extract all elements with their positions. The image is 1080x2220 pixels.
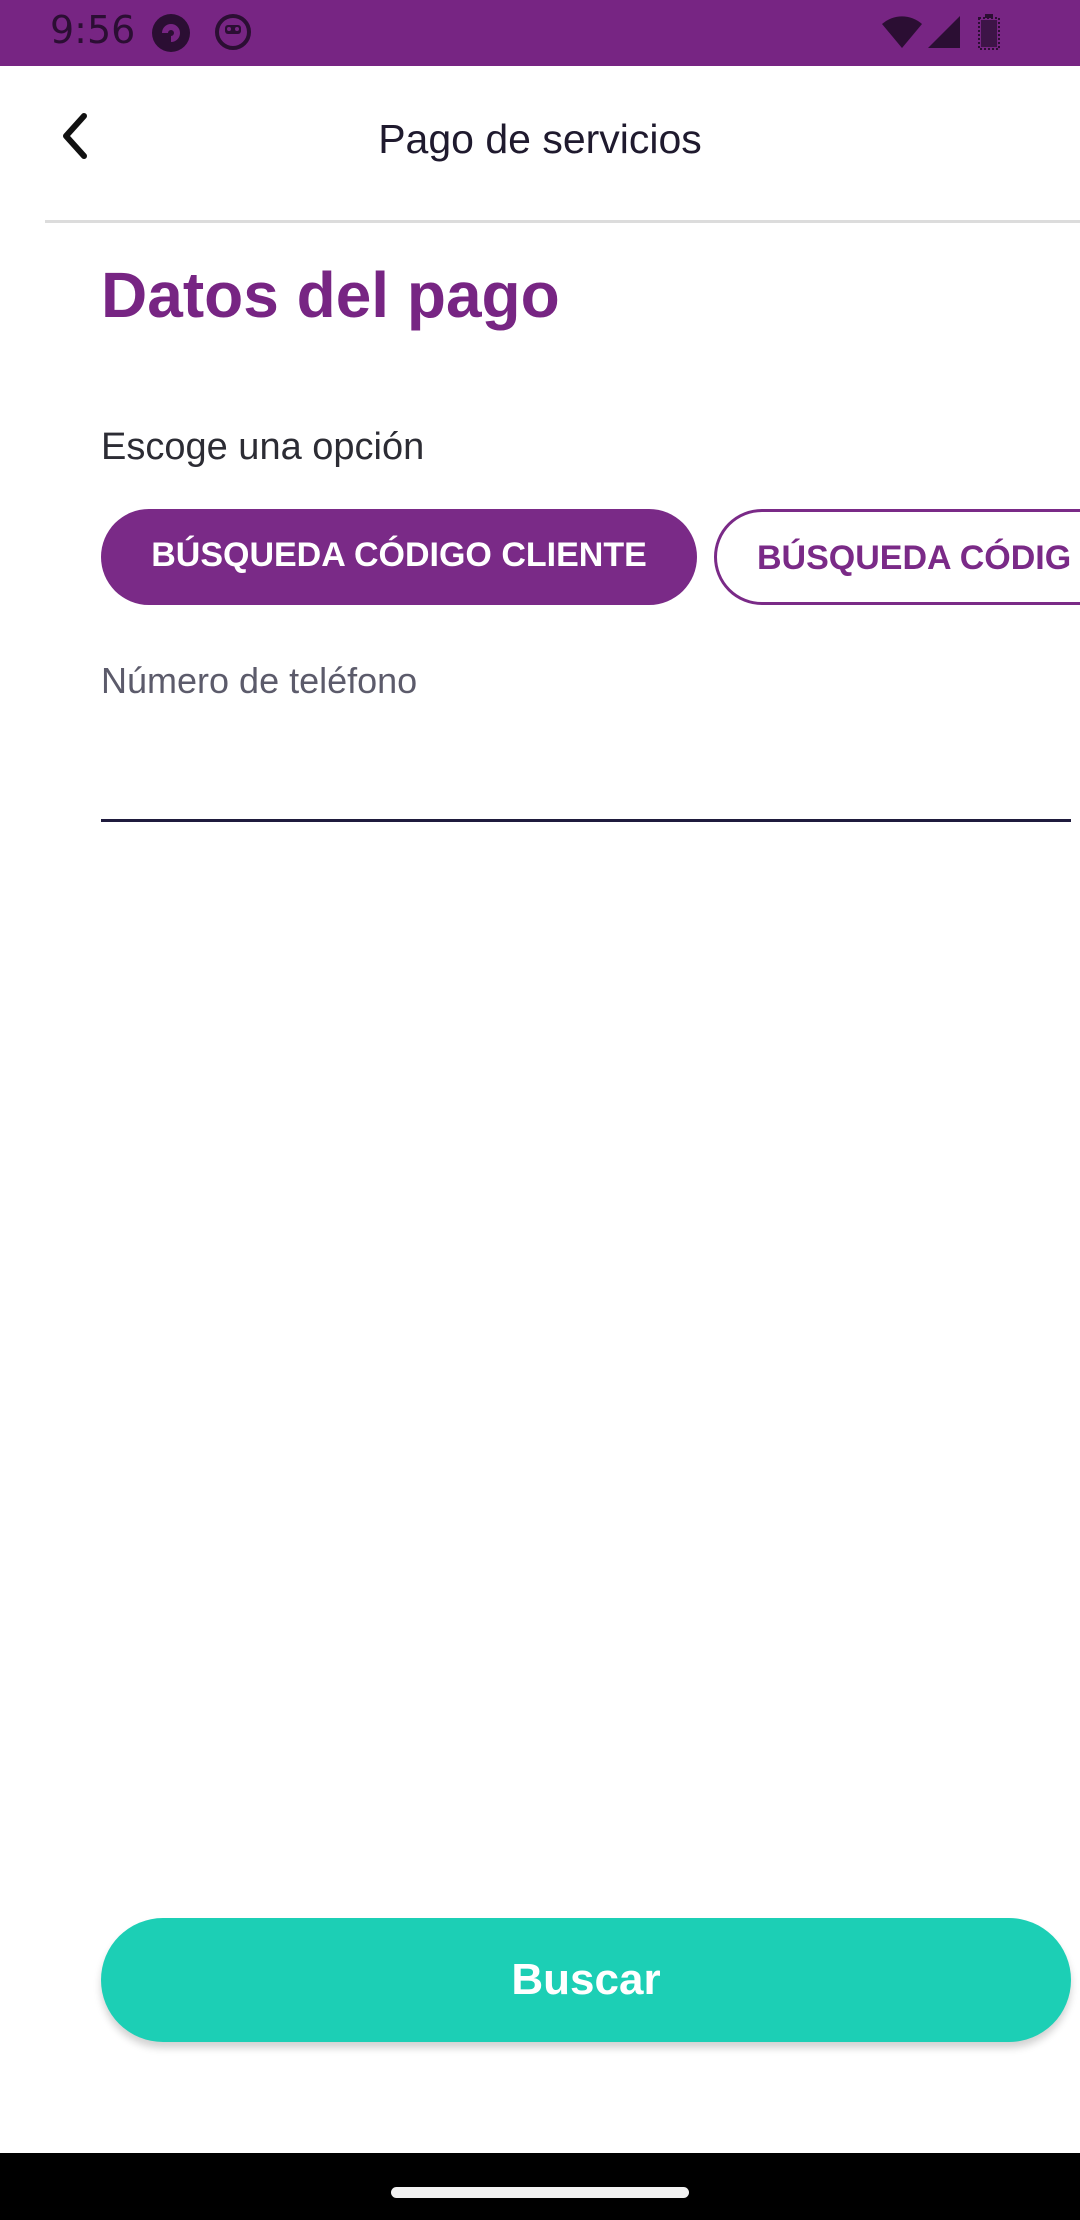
battery-icon (978, 14, 1000, 55)
phone-field-label: Número de teléfono (101, 660, 418, 701)
home-gesture-handle[interactable] (391, 2187, 689, 2198)
option-chip-second[interactable]: BÚSQUEDA CÓDIG (714, 509, 1080, 605)
option-label: Escoge una opción (101, 426, 425, 468)
smiley-notification-icon (213, 12, 253, 57)
search-button[interactable]: Buscar (101, 1918, 1071, 2042)
app-bar-divider (45, 220, 1080, 223)
status-time: 9:56 (50, 8, 136, 52)
page-title: Pago de servicios (378, 116, 702, 162)
status-bar: 9:56 (0, 0, 1080, 66)
signal-icon (926, 14, 962, 55)
phone-input[interactable] (101, 730, 1071, 822)
section-heading: Datos del pago (101, 259, 560, 331)
option-chip-client-code[interactable]: BÚSQUEDA CÓDIGO CLIENTE (101, 509, 697, 605)
wifi-icon (880, 16, 924, 55)
app-notification-icon (150, 12, 192, 59)
